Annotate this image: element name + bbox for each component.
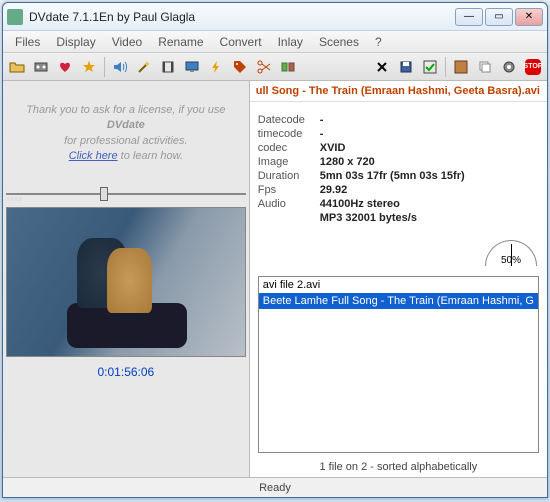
titlebar: DVdate 7.1.1En by Paul Glagla — ▭ ✕ [3, 3, 547, 31]
wand-icon[interactable] [133, 56, 155, 78]
scissors-icon[interactable] [253, 56, 275, 78]
info-row-fps: Fps29.92 [258, 184, 539, 196]
list-status: 1 file on 2 - sorted alphabetically [250, 457, 547, 477]
delete-icon[interactable] [371, 56, 393, 78]
timeline-slider[interactable] [6, 189, 246, 207]
info-row-codec: codecXVID [258, 142, 539, 154]
minimize-button[interactable]: — [455, 8, 483, 26]
duration-value: 5mn 03s 17fr (5mn 03s 15fr) [320, 170, 539, 182]
fps-label: Fps [258, 184, 320, 196]
audio-value: 44100Hz stereo [320, 198, 539, 210]
info-row-audio: Audio44100Hz stereo [258, 198, 539, 210]
timecode-value: - [320, 128, 539, 140]
list-item[interactable]: Beete Lamhe Full Song - The Train (Emraa… [259, 293, 538, 309]
slider-track-line [6, 193, 246, 195]
file-info: Datecode- timecode- codecXVID Image1280 … [250, 102, 547, 236]
heart-icon[interactable] [54, 56, 76, 78]
duration-label: Duration [258, 170, 320, 182]
save-icon[interactable] [395, 56, 417, 78]
trial-message: Thank you to ask for a license, if you u… [3, 89, 249, 175]
menu-inlay[interactable]: Inlay [270, 33, 311, 51]
copy-icon[interactable] [474, 56, 496, 78]
trial-text1: Thank you to ask for a license, if you u… [26, 104, 225, 116]
slider-thumb[interactable] [100, 187, 108, 201]
info-row-timecode: timecode- [258, 128, 539, 140]
check-icon[interactable] [419, 56, 441, 78]
datecode-value: - [320, 114, 539, 126]
menu-convert[interactable]: Convert [212, 33, 270, 51]
maximize-button[interactable]: ▭ [485, 8, 513, 26]
frames-icon[interactable] [277, 56, 299, 78]
toolbar-separator [445, 57, 446, 77]
close-button[interactable]: ✕ [515, 8, 543, 26]
left-pane: Thank you to ask for a license, if you u… [3, 81, 250, 477]
preview-figure [107, 248, 152, 313]
trial-text3: to learn how. [118, 150, 183, 162]
info-row-audio2: MP3 32001 bytes/s [258, 212, 539, 224]
app-icon [7, 9, 23, 25]
file-list[interactable]: avi file 2.avi Beete Lamhe Full Song - T… [258, 276, 539, 453]
cassette-icon[interactable] [30, 56, 52, 78]
menu-rename[interactable]: Rename [150, 33, 211, 51]
current-file-name: ull Song - The Train (Emraan Hashmi, Gee… [250, 81, 547, 102]
audio2-value: MP3 32001 bytes/s [320, 212, 539, 224]
stop-icon[interactable]: STOP [522, 56, 544, 78]
app-window: DVdate 7.1.1En by Paul Glagla — ▭ ✕ File… [2, 2, 548, 498]
gauge-needle [511, 244, 512, 266]
content-area: Thank you to ask for a license, if you u… [3, 81, 547, 477]
gear-icon[interactable] [498, 56, 520, 78]
window-title: DVdate 7.1.1En by Paul Glagla [29, 10, 455, 24]
timecode-label: timecode [258, 128, 320, 140]
tag-icon[interactable] [229, 56, 251, 78]
timecode-display: 0:01:56:06 [98, 365, 155, 379]
info-row-image: Image1280 x 720 [258, 156, 539, 168]
window-controls: — ▭ ✕ [455, 8, 543, 26]
trial-text2: for professional activities. [64, 135, 188, 147]
codec-value: XVID [320, 142, 539, 154]
slider-ticks [6, 197, 22, 203]
menu-display[interactable]: Display [48, 33, 103, 51]
progress-gauge: 50% [485, 240, 537, 266]
menu-video[interactable]: Video [104, 33, 150, 51]
codec-label: codec [258, 142, 320, 154]
screen-icon[interactable] [181, 56, 203, 78]
audio2-label [258, 212, 320, 224]
toolbar-right: STOP [370, 56, 545, 78]
info-row-datecode: Datecode- [258, 114, 539, 126]
toolbar: STOP [3, 53, 547, 81]
video-preview[interactable] [6, 207, 246, 357]
lightning-icon[interactable] [205, 56, 227, 78]
image-value: 1280 x 720 [320, 156, 539, 168]
menu-help[interactable]: ? [367, 33, 390, 51]
trial-link[interactable]: Click here [69, 150, 118, 162]
datecode-label: Datecode [258, 114, 320, 126]
open-folder-icon[interactable] [6, 56, 28, 78]
preview-frame [7, 208, 245, 356]
film-icon[interactable] [157, 56, 179, 78]
toolbar-separator [104, 57, 105, 77]
menu-files[interactable]: Files [7, 33, 48, 51]
info-row-duration: Duration5mn 03s 17fr (5mn 03s 15fr) [258, 170, 539, 182]
audio-icon[interactable] [109, 56, 131, 78]
audio-label: Audio [258, 198, 320, 210]
trial-product: DVdate [107, 119, 145, 131]
statusbar: Ready [3, 477, 547, 497]
image-label: Image [258, 156, 320, 168]
list-item[interactable]: avi file 2.avi [259, 277, 538, 293]
fps-value: 29.92 [320, 184, 539, 196]
right-pane: ull Song - The Train (Emraan Hashmi, Gee… [250, 81, 547, 477]
menu-scenes[interactable]: Scenes [311, 33, 367, 51]
favorite-star-icon[interactable] [78, 56, 100, 78]
config-icon[interactable] [450, 56, 472, 78]
menubar: Files Display Video Rename Convert Inlay… [3, 31, 547, 53]
status-text: Ready [259, 482, 291, 494]
